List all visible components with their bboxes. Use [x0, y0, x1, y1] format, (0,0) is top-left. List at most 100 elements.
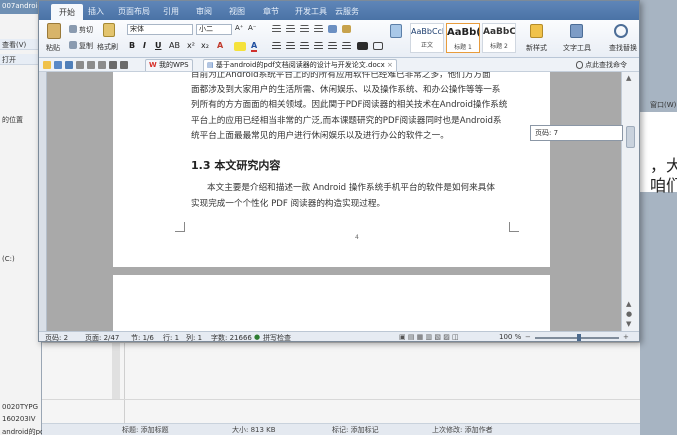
strikethrough-icon[interactable]: AB — [169, 41, 180, 50]
italic-icon[interactable]: I — [143, 41, 146, 50]
show-marks-icon[interactable] — [342, 25, 351, 33]
export-pdf-icon[interactable] — [98, 61, 106, 69]
align-center-icon[interactable] — [286, 42, 295, 50]
style-heading-1[interactable]: AaBb( 标题 1 — [446, 23, 480, 53]
grow-font-icon[interactable]: A⁺ — [235, 24, 243, 32]
tab-insert[interactable]: 插入 — [88, 6, 104, 17]
find-replace-button[interactable]: 查找替换 — [609, 43, 637, 53]
format-painter-button[interactable]: 格式刷 — [97, 42, 118, 52]
paste-icon[interactable] — [47, 23, 61, 39]
background-big-text: 咱们 — [650, 176, 677, 195]
cut-icon[interactable] — [69, 25, 77, 33]
superscript-icon[interactable]: x² — [187, 41, 195, 50]
chinese-layout-icon[interactable] — [328, 25, 337, 33]
zoom-out-icon[interactable]: − — [525, 333, 531, 341]
scroll-up-icon[interactable]: ▲ — [626, 74, 631, 82]
find-replace-icon[interactable] — [614, 24, 628, 38]
highlight-icon[interactable] — [234, 42, 246, 51]
font-size-select[interactable]: 小二 — [196, 24, 232, 35]
next-page-icon[interactable]: ▼ — [626, 320, 631, 328]
save-icon[interactable] — [65, 61, 73, 69]
redo-icon[interactable] — [120, 61, 128, 69]
document-page[interactable] — [113, 275, 550, 331]
new-style-button[interactable]: 新样式 — [526, 43, 547, 53]
view-mode-icons[interactable]: ▣ ▤ ▦ ▥ ▧ ▨ ◫ — [399, 333, 459, 341]
tab-home[interactable]: 开始 — [51, 4, 83, 20]
shading-icon[interactable] — [357, 42, 368, 50]
zoom-in-icon[interactable]: + — [623, 333, 629, 341]
close-tab-icon[interactable]: × — [387, 61, 393, 69]
align-left-icon[interactable] — [272, 42, 281, 50]
status-pages[interactable]: 页面: 2/47 — [85, 333, 119, 341]
zoom-level[interactable]: 100 % — [499, 333, 521, 341]
new-document-icon[interactable] — [43, 61, 51, 69]
decrease-indent-icon[interactable] — [300, 25, 309, 33]
open-icon[interactable] — [54, 61, 62, 69]
align-right-icon[interactable] — [300, 42, 309, 50]
explorer-file-item[interactable]: android的pdf文档阅读器的设计与开 — [2, 427, 42, 435]
document-page[interactable]: 目前为止Android系统平台上的的所有应用软件已经难已非常之多，他们方方面 面… — [113, 72, 550, 267]
style-normal[interactable]: AaBbCcI 正文 — [410, 23, 444, 53]
status-spell-check[interactable]: 拼写检查 — [263, 333, 291, 341]
status-page[interactable]: 页码: 2 — [45, 333, 68, 341]
copy-icon[interactable] — [69, 41, 77, 49]
tab-references[interactable]: 引用 — [163, 6, 179, 17]
bullet-list-icon[interactable] — [272, 25, 281, 33]
explorer-open-button[interactable]: 打开 — [2, 55, 42, 65]
underline-icon[interactable]: U — [155, 41, 162, 50]
line-spacing-icon[interactable] — [342, 42, 351, 50]
distributed-align-icon[interactable] — [328, 42, 337, 50]
print-preview-icon[interactable] — [87, 61, 95, 69]
numbered-list-icon[interactable] — [286, 25, 295, 33]
shrink-font-icon[interactable]: A⁻ — [248, 24, 256, 32]
explorer-file-item[interactable]: 0020TYPG — [2, 403, 42, 411]
print-icon[interactable] — [76, 61, 84, 69]
increase-indent-icon[interactable] — [314, 25, 323, 33]
status-section[interactable]: 节: 1/6 — [131, 333, 154, 341]
text-tools-button[interactable]: 文字工具 — [563, 43, 591, 53]
background-window-menu[interactable]: 窗口(W) — [650, 100, 676, 110]
text-box-icon[interactable] — [390, 24, 402, 38]
spell-check-icon[interactable]: ● — [254, 333, 260, 341]
paragraph-line: 统平台上面最最常见的用户进行休闲娱乐以及进行办公的软件之一。 — [191, 131, 449, 141]
search-icon[interactable] — [576, 61, 583, 69]
select-browse-icon[interactable]: ● — [626, 310, 632, 318]
copy-button[interactable]: 复制 — [79, 41, 93, 51]
style-heading-2[interactable]: AaBbC 标题 2 — [482, 23, 516, 53]
paragraph-line: 目前为止Android系统平台上的的所有应用软件已经难已非常之多，他们方方面 — [191, 72, 491, 80]
tab-developer[interactable]: 开发工具 — [295, 6, 327, 17]
undo-icon[interactable] — [109, 61, 117, 69]
explorer-drive-c[interactable]: (C:) — [2, 255, 42, 263]
scroll-thumb[interactable] — [626, 126, 635, 148]
explorer-view-menu[interactable]: 查看(V) — [2, 40, 42, 50]
text-effect-icon[interactable]: A — [217, 41, 223, 50]
paste-button[interactable]: 粘贴 — [46, 43, 60, 53]
borders-icon[interactable] — [373, 42, 383, 50]
cut-button[interactable]: 剪切 — [79, 25, 93, 35]
background-scrollbar[interactable] — [112, 343, 120, 399]
format-painter-icon[interactable] — [103, 23, 115, 37]
font-name-select[interactable]: 宋体 — [127, 24, 193, 35]
subscript-icon[interactable]: x₂ — [201, 41, 209, 50]
tab-chapter[interactable]: 章节 — [263, 6, 279, 17]
tab-view[interactable]: 视图 — [229, 6, 245, 17]
tab-my-wps[interactable]: W 我的WPS — [145, 59, 193, 71]
tab-review[interactable]: 审阅 — [196, 6, 212, 17]
paragraph-line: 实现完成一个个性化 PDF 阅读器的构造实现过程。 — [191, 199, 386, 209]
bold-icon[interactable]: B — [129, 41, 135, 50]
document-canvas[interactable]: 目前为止Android系统平台上的的所有应用软件已经难已非常之多，他们方方面 面… — [39, 72, 621, 331]
vertical-scrollbar[interactable]: ▲ ▲ ● ▼ — [621, 72, 639, 331]
tab-page-layout[interactable]: 页面布局 — [118, 6, 150, 17]
tab-cloud-service[interactable]: 云服务 — [335, 6, 359, 17]
status-word-count[interactable]: 字数: 21666 — [211, 333, 252, 341]
tab-document[interactable]: ▤ 基于android的pdf文档阅读器的设计与开发论文.docx × — [203, 59, 397, 71]
text-tools-icon[interactable] — [570, 24, 583, 38]
command-search-input[interactable]: 点此查找命令 — [585, 60, 627, 70]
justify-icon[interactable] — [314, 42, 323, 50]
font-color-icon[interactable]: A — [251, 41, 258, 52]
document-icon: ▤ — [207, 61, 214, 69]
explorer-file-item[interactable]: 160203IV — [2, 415, 42, 423]
previous-page-icon[interactable]: ▲ — [626, 300, 631, 308]
zoom-slider-knob[interactable] — [577, 334, 581, 341]
new-style-icon[interactable] — [530, 24, 543, 38]
